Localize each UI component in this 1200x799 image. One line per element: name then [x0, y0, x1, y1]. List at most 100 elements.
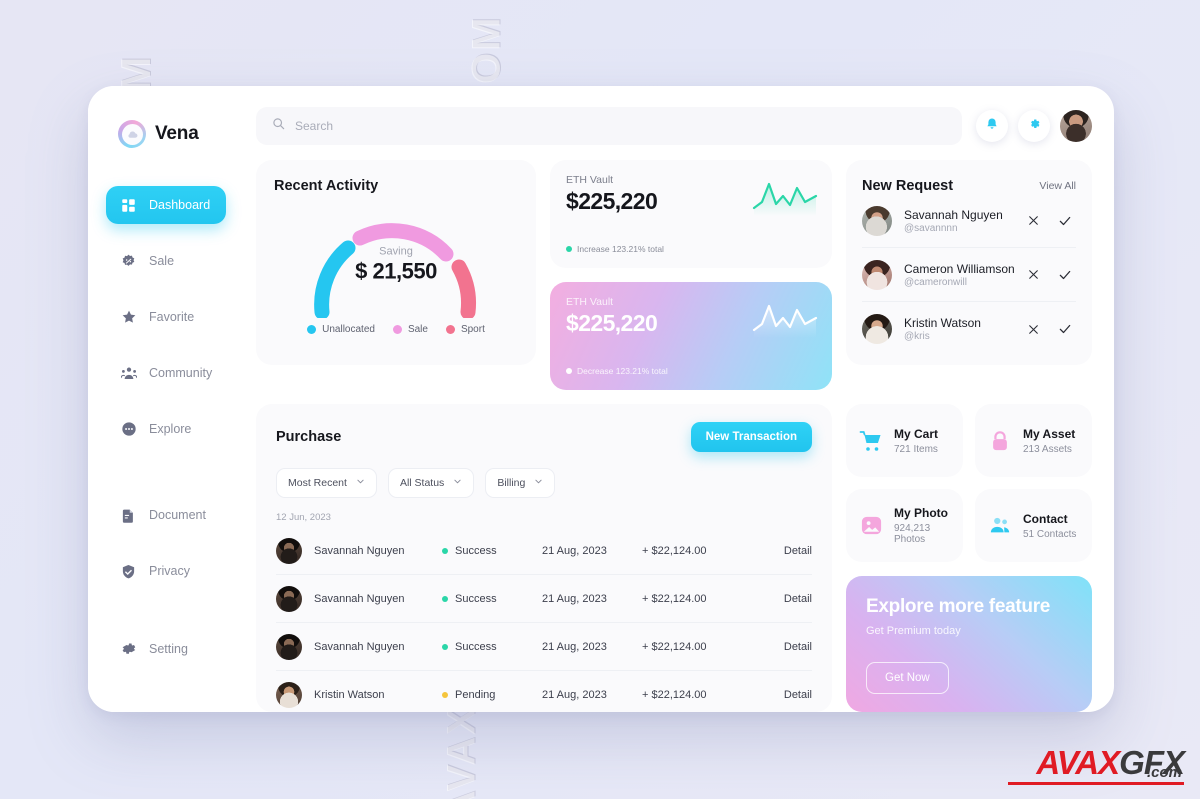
accept-button[interactable]	[1058, 214, 1072, 228]
view-all-link[interactable]: View All	[1039, 180, 1076, 192]
notification-button[interactable]	[976, 110, 1008, 142]
request-actions	[1027, 214, 1076, 228]
accept-button[interactable]	[1058, 322, 1072, 336]
tile-title: My Cart	[894, 426, 939, 441]
table-row[interactable]: Savannah Nguyen Success 21 Aug, 2023 + $…	[276, 527, 812, 575]
column-right-bottom: My Cart 721 Items My Asset 213 Assets My…	[846, 404, 1092, 712]
sparkline-up-icon	[752, 296, 818, 343]
avatar	[276, 585, 302, 612]
status-badge: Pending	[442, 689, 542, 701]
tile-title: Contact	[1023, 511, 1068, 526]
tile-my-asset[interactable]: My Asset 213 Assets	[975, 404, 1092, 477]
star-icon	[120, 309, 137, 326]
transaction-amount: + $22,124.00	[642, 592, 707, 605]
sidebar-item-document[interactable]: Document	[106, 496, 226, 534]
column-middle: ETH Vault $225,220 Increase 123.21% tota…	[550, 160, 832, 390]
status-dot	[566, 368, 572, 374]
legend-dot	[392, 325, 402, 334]
tile-contact[interactable]: Contact 51 Contacts	[975, 489, 1092, 562]
new-request-header: New Request View All	[862, 178, 1076, 194]
filter-most-recent[interactable]: Most Recent	[276, 468, 377, 498]
settings-button[interactable]	[1018, 110, 1050, 142]
sidebar-item-dashboard[interactable]: Dashboard	[106, 186, 226, 224]
recent-activity-card: Recent Activity Saving $ 21,550 Unalloca…	[256, 160, 536, 365]
transaction-date: 21 Aug, 2023	[542, 592, 607, 605]
detail-link[interactable]: Detail	[784, 545, 812, 557]
tile-subtitle: 924,213 Photos	[894, 523, 931, 545]
reject-button[interactable]	[1027, 214, 1040, 227]
sidebar-item-community[interactable]: Community	[106, 354, 226, 392]
gear-icon	[1027, 117, 1041, 136]
reject-button[interactable]	[1027, 268, 1040, 281]
legend-label: Unallocated	[322, 324, 375, 335]
eth-vault-card-white: ETH Vault $225,220 Increase 123.21% tota…	[550, 160, 832, 268]
tile-my-cart[interactable]: My Cart 721 Items	[846, 404, 963, 477]
topbar	[256, 106, 1092, 146]
sidebar-item-favorite[interactable]: Favorite	[106, 298, 226, 336]
filter-billing[interactable]: Billing	[485, 468, 556, 498]
sidebar-item-explore[interactable]: Explore	[106, 410, 226, 448]
sidebar-item-sale[interactable]: Sale	[106, 242, 226, 280]
avaxgfx-logo: AVAXGFX .com	[1008, 746, 1185, 785]
badge-percent-icon	[120, 253, 137, 270]
detail-link[interactable]: Detail	[784, 689, 812, 701]
vault-note: Decrease 123.21% total	[566, 366, 668, 376]
sidebar-footer: Setting	[88, 630, 244, 686]
card-title: Purchase	[276, 429, 342, 445]
purchase-filters: Most Recent All Status Billing	[276, 468, 812, 498]
table-row[interactable]: Kristin Watson Pending 21 Aug, 2023 + $2…	[276, 671, 812, 712]
tile-my-photo[interactable]: My Photo 924,213 Photos	[846, 489, 963, 562]
tile-title: My Asset	[1023, 426, 1076, 441]
new-transaction-button[interactable]: New Transaction	[690, 422, 812, 452]
filter-label: Billing	[497, 477, 526, 489]
sidebar-item-label: Community	[149, 366, 213, 380]
sidebar-item-privacy[interactable]: Privacy	[106, 552, 226, 590]
chevron-down-icon	[356, 477, 365, 489]
document-icon	[120, 507, 137, 524]
sidebar-item-label: Setting	[149, 642, 188, 656]
cart-icon	[858, 428, 884, 454]
request-handle: @kris	[904, 331, 930, 342]
avatar	[276, 537, 302, 564]
gear-icon	[120, 641, 137, 658]
photo-icon	[858, 513, 884, 539]
detail-link[interactable]: Detail	[784, 641, 812, 653]
search-input[interactable]	[295, 119, 946, 133]
get-now-button[interactable]: Get Now	[866, 662, 949, 694]
sidebar-item-label: Dashboard	[149, 198, 211, 212]
sidebar-item-label: Explore	[149, 422, 192, 436]
legend-label: Sale	[407, 324, 428, 335]
search-bar[interactable]	[256, 107, 962, 145]
detail-link[interactable]: Detail	[784, 593, 812, 605]
chart-legend: Unallocated Sale Sport	[274, 324, 518, 335]
card-title: Recent Activity	[274, 178, 379, 194]
transaction-date: 21 Aug, 2023	[542, 640, 607, 653]
status-label: Pending	[455, 689, 496, 701]
table-row[interactable]: Savannah Nguyen Success 21 Aug, 2023 + $…	[276, 575, 812, 623]
reject-button[interactable]	[1027, 323, 1040, 336]
stat-tiles: My Cart 721 Items My Asset 213 Assets My…	[846, 404, 1092, 562]
status-badge: Success	[442, 593, 542, 605]
promo-subtitle: Get Premium today	[866, 624, 961, 637]
status-label: Success	[455, 640, 497, 653]
topbar-actions	[976, 110, 1092, 142]
filter-all-status[interactable]: All Status	[387, 468, 475, 498]
tile-title: My Photo	[894, 506, 948, 520]
sidebar-nav: Dashboard Sale Favorite Community Explor…	[88, 186, 244, 590]
sidebar-item-setting[interactable]: Setting	[106, 630, 226, 668]
legend-dot	[445, 325, 455, 334]
tile-subtitle: 51 Contacts	[1023, 528, 1077, 540]
vault-note: Increase 123.21% total	[566, 244, 664, 254]
transaction-amount: + $22,124.00	[642, 689, 707, 701]
request-actions	[1027, 322, 1076, 336]
avatar	[276, 682, 302, 708]
contacts-icon	[987, 513, 1013, 539]
donut-chart: Saving $ 21,550	[274, 200, 518, 318]
request-name: Kristin Watson	[904, 316, 981, 330]
status-dot	[566, 246, 572, 252]
user-avatar[interactable]	[1060, 110, 1092, 142]
people-icon	[120, 365, 137, 382]
table-row[interactable]: Savannah Nguyen Success 21 Aug, 2023 + $…	[276, 623, 812, 671]
transaction-name: Savannah Nguyen	[314, 592, 405, 605]
accept-button[interactable]	[1058, 268, 1072, 282]
